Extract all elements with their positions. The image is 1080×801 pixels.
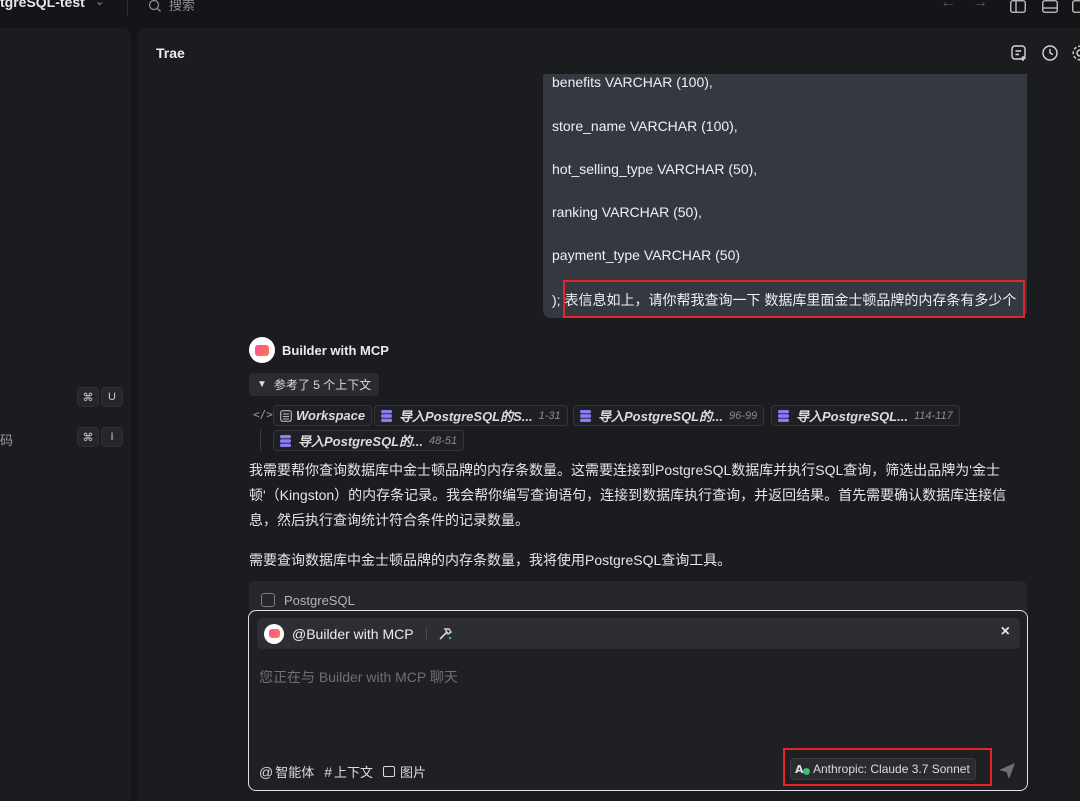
sidebar-toggle-icon[interactable] [1010,0,1026,13]
message-line: store_name VARCHAR (100), [552,118,738,134]
assistant-header: Builder with MCP [249,337,389,363]
database-icon [778,409,789,422]
chip-label: 导入PostgreSQL的... [598,409,723,424]
image-button-label: 图片 [400,765,427,780]
chip-range: 96-99 [728,409,758,422]
agent-name: Builder with MCP [282,342,389,358]
hammer-icon[interactable] [437,626,453,642]
tool-call-card[interactable]: PostgreSQL [249,581,1027,611]
project-name[interactable]: tgreSQL-test [0,0,85,10]
agent-avatar [264,623,284,644]
topbar-divider [127,0,128,16]
message-line: payment_type VARCHAR (50) [552,247,741,263]
mention-divider [425,627,427,640]
shortcut-mod-key: ⌘ [77,427,99,447]
back-arrow-icon[interactable]: ← [940,0,956,12]
agent-button-label: 智能体 [275,765,315,780]
chip-range: 1-31 [538,409,561,422]
agent-mention-bar: @Builder with MCP × [257,618,1020,649]
svg-text:A: A [795,763,804,776]
tool-card-label: PostgreSQL [284,593,355,608]
chip-label: 导入PostgreSQL的S... [399,409,533,424]
new-chat-icon[interactable] [1010,44,1028,62]
context-chip[interactable]: 导入PostgreSQL... 114-117 [771,405,960,426]
agent-avatar [249,337,275,363]
message-line: hot_selling_type VARCHAR (50), [552,161,758,177]
assistant-paragraph: 需要查询数据库中金士顿品牌的内存条数量，我将使用PostgreSQL查询工具。 [249,552,732,568]
hash-icon: # [324,763,333,780]
secondary-sidebar-icon[interactable] [1072,0,1080,13]
shortcut-key: U [101,387,123,407]
image-icon [383,766,396,777]
assistant-paragraph: 我需要帮你查询数据库中金士顿品牌的内存条数量。这需要连接到PostgreSQL数… [249,462,1007,528]
context-button-label: 上下文 [334,765,374,780]
shortcut-mod-key: ⌘ [77,387,99,407]
left-panel: ⌘ U ⌘ I [0,28,131,801]
search-input[interactable]: 搜索 [169,0,195,14]
message-line: benefits VARCHAR (100), [552,74,713,90]
context-divider [260,429,261,451]
top-bar: tgreSQL-test ⌄ 搜索 ← → [0,0,1080,28]
search-icon [148,0,161,12]
database-icon [580,409,591,422]
panel-title: Trae [156,45,185,61]
shortcut-key: I [101,427,123,447]
database-icon [381,409,392,422]
code-label: 码 [0,433,14,448]
chip-range: 48-51 [428,434,458,447]
history-icon[interactable] [1041,44,1059,62]
context-chip[interactable]: 导入PostgreSQL的... 96-99 [573,405,765,426]
chevron-down-icon[interactable]: ⌄ [95,0,104,8]
chat-input[interactable]: 您正在与 Builder with MCP 聊天 [259,667,458,687]
forward-arrow-icon[interactable]: → [972,0,988,12]
model-icon: A [795,763,810,776]
agent-mention: @Builder with MCP [292,625,414,642]
chip-range: 114-117 [913,409,953,422]
model-selector[interactable]: A Anthropic: Claude 3.7 Sonnet [790,758,976,780]
message-line: ranking VARCHAR (50), [552,204,702,220]
image-button[interactable]: 图片 [383,762,426,781]
references-label: 参考了 5 个上下文 [273,378,372,392]
context-chip[interactable]: 导入PostgreSQL的... 48-51 [273,430,465,451]
tool-icon [261,593,275,607]
input-toolbar: @ 智能体 # 上下文 图片 [259,762,436,781]
workspace-icon [280,409,292,422]
database-icon [280,434,291,447]
close-icon[interactable]: × [1001,623,1010,641]
references-toggle[interactable]: ▼ 参考了 5 个上下文 [249,373,380,396]
context-button[interactable]: # 上下文 [324,762,373,781]
chevron-down-icon: ▼ [257,379,267,390]
chat-panel: Trae benefits VARCHAR (100), store_name … [137,28,1080,801]
send-icon[interactable] [997,761,1017,781]
chip-label: 导入PostgreSQL... [796,409,908,424]
agent-button[interactable]: @ 智能体 [259,762,314,781]
context-chip[interactable]: 导入PostgreSQL的S... 1-31 [374,405,568,426]
highlight-annotation [563,280,1025,318]
panel-toggle-icon[interactable] [1042,0,1058,13]
chip-label: 导入PostgreSQL的... [298,434,423,449]
model-name: Anthropic: Claude 3.7 Sonnet [813,762,970,776]
settings-gear-icon[interactable] [1071,44,1080,62]
chip-label: Workspace [296,408,366,423]
context-chip-workspace[interactable]: Workspace [273,405,373,426]
code-icon: </> [253,408,273,421]
chat-input-box[interactable]: @Builder with MCP × 您正在与 Builder with MC… [248,610,1028,791]
at-icon: @ [259,763,274,780]
